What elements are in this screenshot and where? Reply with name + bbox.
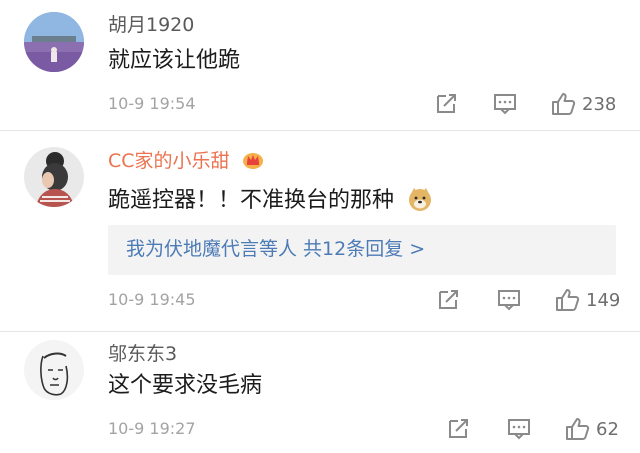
- like-count: 238: [582, 94, 617, 115]
- username[interactable]: 胡月1920: [108, 14, 194, 36]
- timestamp: 10-9 19:54: [108, 94, 196, 113]
- timestamp: 10-9 19:27: [108, 419, 196, 438]
- replies-link[interactable]: 我为伏地魔代言等人 共12条回复 >: [126, 237, 425, 261]
- crown-vip-icon: [242, 150, 264, 170]
- replies-preview[interactable]: 我为伏地魔代言等人 共12条回复 >: [108, 225, 616, 275]
- comment-text: 这个要求没毛病: [108, 373, 263, 398]
- username-text: CC家的小乐甜: [108, 150, 230, 172]
- comment-text-content: 跪遥控器！！不准换台的那种: [108, 188, 395, 213]
- comment-text: 跪遥控器！！不准换台的那种: [108, 186, 433, 214]
- comment-meta: 10-9 19:54 238: [108, 92, 618, 118]
- username[interactable]: 邬东东3: [108, 343, 177, 365]
- doge-emoji-icon: [407, 186, 433, 212]
- username[interactable]: CC家的小乐甜: [108, 150, 264, 172]
- avatar[interactable]: [24, 340, 84, 400]
- like-icon[interactable]: [564, 417, 590, 441]
- like-icon[interactable]: [554, 288, 580, 312]
- share-icon[interactable]: [446, 417, 472, 441]
- timestamp: 10-9 19:45: [108, 290, 196, 309]
- comment-text: 就应该让他跪: [108, 48, 241, 73]
- comment-icon[interactable]: [496, 288, 522, 312]
- comment-item: 胡月1920 就应该让他跪 10-9 19:54 238: [0, 0, 640, 130]
- comment-meta: 10-9 19:27 62: [108, 417, 619, 443]
- avatar[interactable]: [24, 147, 84, 207]
- girl-bun-avatar-icon: [24, 147, 84, 207]
- comment-icon[interactable]: [506, 417, 532, 441]
- comment-icon[interactable]: [492, 92, 518, 116]
- like-count: 62: [596, 419, 619, 440]
- like-count: 149: [586, 290, 621, 311]
- share-icon[interactable]: [434, 92, 460, 116]
- avatar[interactable]: [24, 12, 84, 72]
- comment-meta: 10-9 19:45 149: [108, 288, 621, 314]
- cartoon-face-avatar-icon: [24, 340, 84, 400]
- lavender-field-avatar-icon: [24, 12, 84, 72]
- share-icon[interactable]: [436, 288, 462, 312]
- comment-item: 邬东东3 这个要求没毛病 10-9 19:27 62: [0, 332, 640, 453]
- comment-item: CC家的小乐甜 跪遥控器！！不准换台的那种 我为伏地魔代言等人 共12条回复 >…: [0, 131, 640, 331]
- like-icon[interactable]: [550, 92, 576, 116]
